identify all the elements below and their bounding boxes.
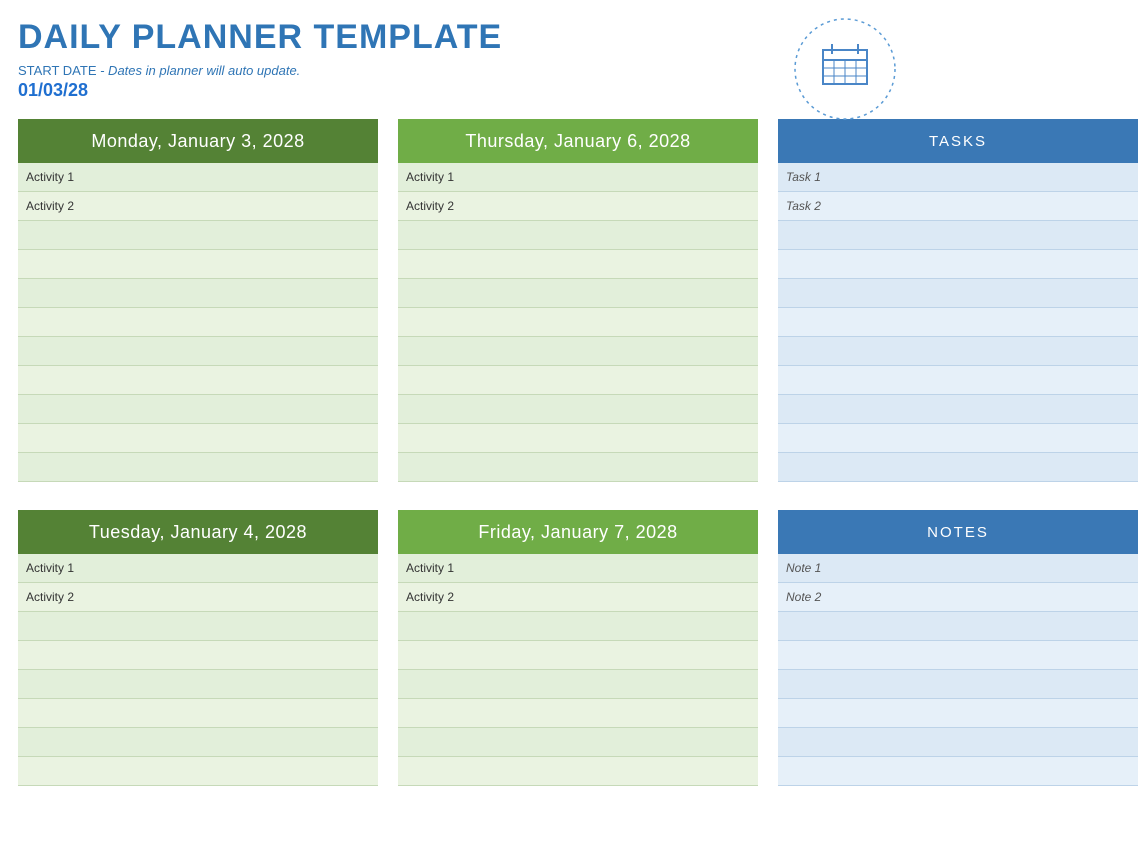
- activity-cell[interactable]: [398, 424, 758, 453]
- start-date-label-row: START DATE - Dates in planner will auto …: [18, 63, 1128, 78]
- activity-cell[interactable]: Activity 1: [398, 163, 758, 192]
- activity-cell[interactable]: [398, 757, 758, 786]
- activity-cell[interactable]: [398, 453, 758, 482]
- activity-cell[interactable]: [18, 670, 378, 699]
- activity-cell[interactable]: [398, 279, 758, 308]
- task-cell[interactable]: [778, 395, 1138, 424]
- task-cell[interactable]: [778, 424, 1138, 453]
- day-panel-tuesday: Tuesday, January 4, 2028 Activity 1 Acti…: [18, 510, 378, 786]
- note-cell[interactable]: [778, 670, 1138, 699]
- activity-cell[interactable]: [398, 728, 758, 757]
- activity-cell[interactable]: [398, 250, 758, 279]
- activity-cell[interactable]: [398, 670, 758, 699]
- activity-cell[interactable]: Activity 1: [398, 554, 758, 583]
- activity-cell[interactable]: Activity 2: [398, 192, 758, 221]
- activity-cell[interactable]: Activity 2: [18, 583, 378, 612]
- activity-cell[interactable]: [398, 641, 758, 670]
- task-cell[interactable]: [778, 221, 1138, 250]
- note-cell[interactable]: [778, 728, 1138, 757]
- activity-cell[interactable]: [18, 395, 378, 424]
- activity-cell[interactable]: [18, 757, 378, 786]
- activity-cell[interactable]: [18, 424, 378, 453]
- activity-cell[interactable]: [398, 337, 758, 366]
- note-cell[interactable]: Note 1: [778, 554, 1138, 583]
- activity-cell[interactable]: [18, 728, 378, 757]
- activity-cell[interactable]: [18, 279, 378, 308]
- notes-header: NOTES: [778, 510, 1138, 554]
- note-cell[interactable]: Note 2: [778, 583, 1138, 612]
- activity-cell[interactable]: [18, 250, 378, 279]
- activity-cell[interactable]: [18, 453, 378, 482]
- activity-cell[interactable]: Activity 1: [18, 554, 378, 583]
- activity-cell[interactable]: Activity 2: [18, 192, 378, 221]
- activity-cell[interactable]: Activity 2: [398, 583, 758, 612]
- task-cell[interactable]: [778, 308, 1138, 337]
- task-cell[interactable]: [778, 337, 1138, 366]
- activity-cell[interactable]: [18, 221, 378, 250]
- task-cell[interactable]: Task 1: [778, 163, 1138, 192]
- activity-cell[interactable]: [398, 366, 758, 395]
- activity-cell[interactable]: [18, 612, 378, 641]
- activity-cell[interactable]: [18, 641, 378, 670]
- day-header: Tuesday, January 4, 2028: [18, 510, 378, 554]
- start-date-hint: - Dates in planner will auto update.: [97, 63, 301, 78]
- tasks-panel: TASKS Task 1 Task 2: [778, 119, 1138, 482]
- activity-cell[interactable]: [398, 612, 758, 641]
- day-panel-thursday: Thursday, January 6, 2028 Activity 1 Act…: [398, 119, 758, 482]
- task-cell[interactable]: [778, 453, 1138, 482]
- note-cell[interactable]: [778, 641, 1138, 670]
- activity-cell[interactable]: [18, 337, 378, 366]
- day-header: Friday, January 7, 2028: [398, 510, 758, 554]
- day-panel-monday: Monday, January 3, 2028 Activity 1 Activ…: [18, 119, 378, 482]
- notes-panel: NOTES Note 1 Note 2: [778, 510, 1138, 786]
- activity-cell[interactable]: [398, 308, 758, 337]
- task-cell[interactable]: [778, 250, 1138, 279]
- task-cell[interactable]: Task 2: [778, 192, 1138, 221]
- note-cell[interactable]: [778, 612, 1138, 641]
- calendar-icon: [790, 14, 900, 129]
- day-header: Monday, January 3, 2028: [18, 119, 378, 163]
- activity-cell[interactable]: [398, 395, 758, 424]
- activity-cell[interactable]: Activity 1: [18, 163, 378, 192]
- note-cell[interactable]: [778, 699, 1138, 728]
- activity-cell[interactable]: [18, 308, 378, 337]
- task-cell[interactable]: [778, 279, 1138, 308]
- activity-cell[interactable]: [398, 699, 758, 728]
- activity-cell[interactable]: [18, 366, 378, 395]
- note-cell[interactable]: [778, 757, 1138, 786]
- activity-cell[interactable]: [398, 221, 758, 250]
- page-title: DAILY PLANNER TEMPLATE: [18, 18, 1128, 57]
- day-header: Thursday, January 6, 2028: [398, 119, 758, 163]
- start-date-value[interactable]: 01/03/28: [18, 80, 1128, 101]
- start-date-label: START DATE: [18, 63, 97, 78]
- day-panel-friday: Friday, January 7, 2028 Activity 1 Activ…: [398, 510, 758, 786]
- activity-cell[interactable]: [18, 699, 378, 728]
- task-cell[interactable]: [778, 366, 1138, 395]
